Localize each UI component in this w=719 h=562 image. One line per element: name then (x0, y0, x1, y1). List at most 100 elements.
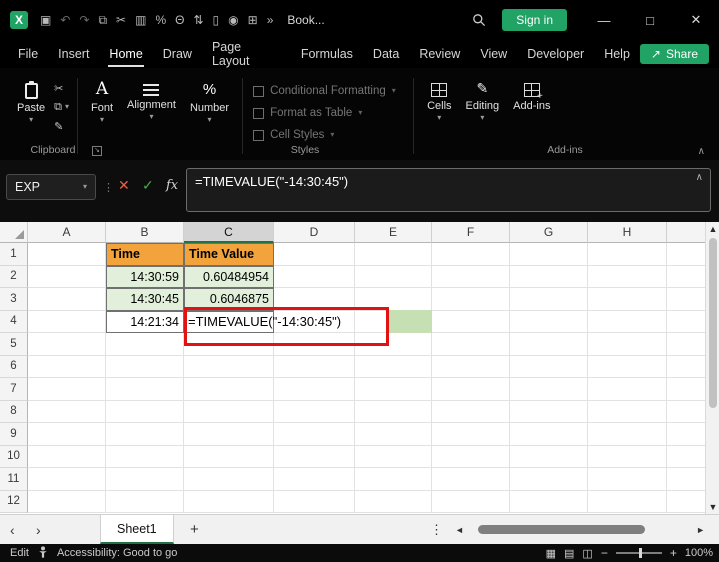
zoom-in-icon[interactable]: + (670, 546, 677, 560)
cell-G10[interactable] (510, 446, 588, 469)
column-header-A[interactable]: A (28, 222, 106, 243)
row-header-9[interactable]: 9 (0, 423, 28, 446)
cell-B7[interactable] (106, 378, 184, 401)
cell-D11[interactable] (274, 468, 355, 491)
cell-G5[interactable] (510, 333, 588, 356)
cell-G2[interactable] (510, 266, 588, 289)
cell-E7[interactable] (355, 378, 432, 401)
document-icon[interactable]: ▯ (213, 13, 220, 27)
copy-icon[interactable]: ⧉ (98, 13, 107, 28)
cell-F4[interactable] (432, 311, 510, 334)
alignment-menu-button[interactable]: Alignment ▾ (120, 74, 183, 122)
cell-H2[interactable] (588, 266, 667, 289)
menu-item-insert[interactable]: Insert (48, 41, 99, 67)
cell-F2[interactable] (432, 266, 510, 289)
cell-H1[interactable] (588, 243, 667, 266)
menu-item-draw[interactable]: Draw (153, 41, 202, 67)
conditional-formatting-button[interactable]: Conditional Formatting▾ (253, 82, 403, 100)
cell-E11[interactable] (355, 468, 432, 491)
cell-C10[interactable] (184, 446, 274, 469)
row-header-6[interactable]: 6 (0, 356, 28, 379)
menu-item-review[interactable]: Review (409, 41, 470, 67)
clipboard-dialog-launcher-icon[interactable]: ↘ (92, 146, 102, 156)
close-button[interactable]: ✕ (673, 0, 719, 40)
previous-sheet-icon[interactable]: ‹ (10, 522, 15, 538)
cell-H4[interactable] (588, 311, 667, 334)
cell-E8[interactable] (355, 401, 432, 424)
menu-item-view[interactable]: View (470, 41, 517, 67)
scroll-up-icon[interactable]: ▲ (706, 224, 719, 234)
cell-D6[interactable] (274, 356, 355, 379)
cell-D5[interactable] (274, 333, 355, 356)
cell-C7[interactable] (184, 378, 274, 401)
cell-F12[interactable] (432, 491, 510, 514)
table-icon[interactable]: ⊞ (248, 13, 258, 27)
cell-A12[interactable] (28, 491, 106, 514)
overflow-icon[interactable]: » (267, 13, 274, 27)
search-icon[interactable] (472, 13, 486, 27)
cell-B1[interactable]: Time (106, 243, 184, 266)
cancel-entry-icon[interactable]: ✕ (118, 177, 130, 194)
cell-A9[interactable] (28, 423, 106, 446)
cell-E2[interactable] (355, 266, 432, 289)
row-header-5[interactable]: 5 (0, 333, 28, 356)
cell-H5[interactable] (588, 333, 667, 356)
cell-C5[interactable] (184, 333, 274, 356)
cell-G8[interactable] (510, 401, 588, 424)
cut-icon[interactable]: ✂ (116, 13, 126, 27)
row-header-7[interactable]: 7 (0, 378, 28, 401)
cell-G1[interactable] (510, 243, 588, 266)
menu-item-data[interactable]: Data (363, 41, 409, 67)
zoom-out-icon[interactable]: − (601, 546, 608, 560)
cell-C1[interactable]: Time Value (184, 243, 274, 266)
column-header-D[interactable]: D (274, 222, 355, 243)
cell-G11[interactable] (510, 468, 588, 491)
row-header-8[interactable]: 8 (0, 401, 28, 424)
cell-H3[interactable] (588, 288, 667, 311)
sort-icon[interactable]: ⇅ (193, 13, 203, 27)
cell-D3[interactable] (274, 288, 355, 311)
cell-B12[interactable] (106, 491, 184, 514)
cell-A6[interactable] (28, 356, 106, 379)
cell-G4[interactable] (510, 311, 588, 334)
column-header-B[interactable]: B (106, 222, 184, 243)
confirm-entry-icon[interactable]: ✓ (142, 177, 154, 194)
row-header-2[interactable]: 2 (0, 266, 28, 289)
menu-item-developer[interactable]: Developer (517, 41, 594, 67)
cell-B8[interactable] (106, 401, 184, 424)
picture-icon[interactable]: ▥ (135, 13, 146, 27)
cell-E12[interactable] (355, 491, 432, 514)
sheet-tab-sheet1[interactable]: Sheet1 (100, 515, 174, 544)
cell-C12[interactable] (184, 491, 274, 514)
cell-H12[interactable] (588, 491, 667, 514)
cell-G9[interactable] (510, 423, 588, 446)
page-layout-view-icon[interactable]: ▤ (564, 547, 574, 560)
normal-view-icon[interactable]: ▦ (546, 547, 556, 560)
insert-function-icon[interactable]: fx (166, 178, 178, 193)
cell-F8[interactable] (432, 401, 510, 424)
cell-E10[interactable] (355, 446, 432, 469)
cell-H9[interactable] (588, 423, 667, 446)
cell-D10[interactable] (274, 446, 355, 469)
menu-item-home[interactable]: Home (99, 41, 152, 67)
cell-E3[interactable] (355, 288, 432, 311)
cell-E1[interactable] (355, 243, 432, 266)
collapse-ribbon-icon[interactable]: ∧ (698, 146, 705, 157)
cell-C11[interactable] (184, 468, 274, 491)
cell-B2[interactable]: 14:30:59 (106, 266, 184, 289)
cell-A8[interactable] (28, 401, 106, 424)
cell-B3[interactable]: 14:30:45 (106, 288, 184, 311)
vertical-scrollbar-thumb[interactable] (709, 238, 717, 408)
undo-icon[interactable]: ↶ (60, 13, 70, 27)
cell-A11[interactable] (28, 468, 106, 491)
add-ins-button[interactable]: Add-ins (506, 74, 557, 114)
cell-D9[interactable] (274, 423, 355, 446)
paste-button[interactable]: Paste ▾ (10, 74, 52, 125)
cut-button[interactable]: ✂ (54, 80, 69, 96)
cell-F10[interactable] (432, 446, 510, 469)
cell-B6[interactable] (106, 356, 184, 379)
cells-menu-button[interactable]: Cells ▾ (420, 74, 458, 123)
cell-C6[interactable] (184, 356, 274, 379)
scroll-right-icon[interactable]: ► (696, 525, 705, 535)
scroll-left-icon[interactable]: ◄ (455, 525, 464, 535)
